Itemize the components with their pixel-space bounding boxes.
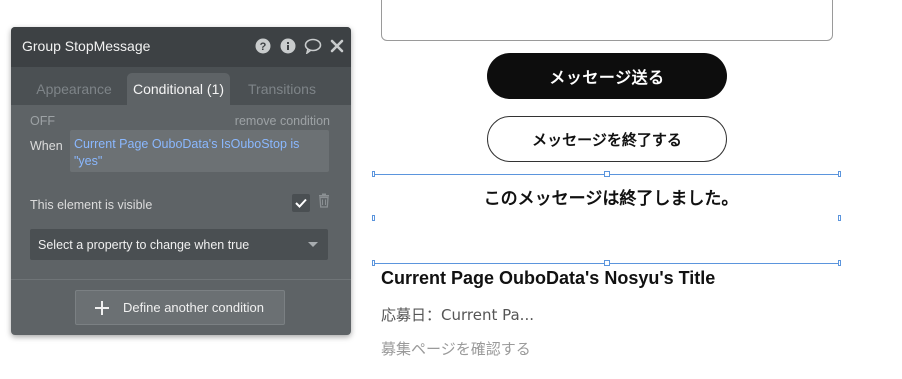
comment-icon[interactable] bbox=[304, 38, 322, 55]
help-icon[interactable]: ? bbox=[255, 38, 271, 54]
when-label: When bbox=[30, 139, 63, 153]
tab-appearance[interactable]: Appearance bbox=[25, 73, 123, 105]
condition-off-label: OFF bbox=[30, 114, 55, 128]
remove-condition-link[interactable]: remove condition bbox=[235, 114, 330, 128]
svg-text:?: ? bbox=[260, 41, 267, 53]
selection-handle-bottom-right[interactable] bbox=[838, 260, 841, 266]
message-textarea[interactable] bbox=[381, 0, 833, 41]
close-icon[interactable] bbox=[330, 38, 346, 54]
nosyu-title-text: Current Page OuboData's Nosyu's Title bbox=[381, 268, 716, 288]
panel-title: Group StopMessage bbox=[22, 38, 151, 54]
stop-message-text: このメッセージは終了しました。 bbox=[483, 189, 739, 209]
info-icon[interactable] bbox=[280, 38, 296, 54]
send-message-button[interactable]: メッセージ送る bbox=[487, 53, 727, 99]
define-another-condition-button[interactable]: Define another condition bbox=[75, 290, 285, 325]
element-visible-label: This element is visible bbox=[30, 198, 153, 212]
selection-handle-bottom-left[interactable] bbox=[372, 260, 375, 266]
panel-divider bbox=[11, 279, 351, 280]
property-editor-panel: Group StopMessage ? Appearance Condition… bbox=[11, 27, 351, 335]
element-visible-checkbox[interactable] bbox=[292, 194, 310, 212]
property-select-dropdown[interactable]: Select a property to change when true bbox=[30, 229, 328, 260]
plus-icon bbox=[95, 300, 109, 315]
property-select-label: Select a property to change when true bbox=[38, 238, 250, 252]
selection-handle-top-right[interactable] bbox=[838, 171, 841, 177]
condition-expression[interactable]: Current Page OuboData's IsOuboStop is "y… bbox=[70, 130, 329, 172]
selection-handle-top[interactable] bbox=[604, 171, 610, 177]
end-message-button[interactable]: メッセージを終了する bbox=[487, 116, 727, 162]
panel-tabs: Appearance Conditional (1) Transitions bbox=[11, 67, 351, 105]
selection-handle-right[interactable] bbox=[838, 215, 841, 221]
checkmark-icon bbox=[295, 198, 307, 208]
tab-conditional[interactable]: Conditional (1) bbox=[127, 73, 230, 105]
selection-handle-left[interactable] bbox=[372, 215, 375, 221]
selection-handle-top-left[interactable] bbox=[372, 171, 375, 177]
panel-header[interactable]: Group StopMessage ? bbox=[11, 27, 351, 67]
apply-date-text: 応募日：Current Pa... bbox=[381, 306, 534, 324]
define-another-condition-label: Define another condition bbox=[123, 300, 264, 315]
confirm-recruit-page-link[interactable]: 募集ページを確認する bbox=[381, 338, 531, 359]
trash-icon[interactable] bbox=[318, 193, 330, 213]
tab-transitions[interactable]: Transitions bbox=[238, 73, 326, 105]
selection-handle-bottom[interactable] bbox=[604, 260, 610, 266]
chevron-down-icon bbox=[308, 242, 318, 247]
